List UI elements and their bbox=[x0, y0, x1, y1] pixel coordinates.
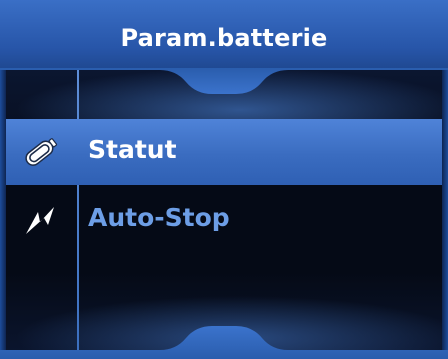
lightning-icon bbox=[26, 207, 54, 234]
bottom-notch-decoration bbox=[0, 326, 448, 359]
top-notch-decoration bbox=[0, 68, 448, 94]
battery-settings-screen: Param.batterie Statut Auto-Stop bbox=[0, 0, 448, 359]
menu-item-auto-stop[interactable]: Auto-Stop bbox=[6, 187, 442, 253]
right-frame bbox=[442, 70, 448, 359]
menu-item-statut[interactable]: Statut bbox=[6, 119, 442, 185]
menu-item-label: Auto-Stop bbox=[88, 203, 230, 232]
battery-icon bbox=[25, 138, 58, 166]
menu-item-label: Statut bbox=[88, 135, 177, 164]
